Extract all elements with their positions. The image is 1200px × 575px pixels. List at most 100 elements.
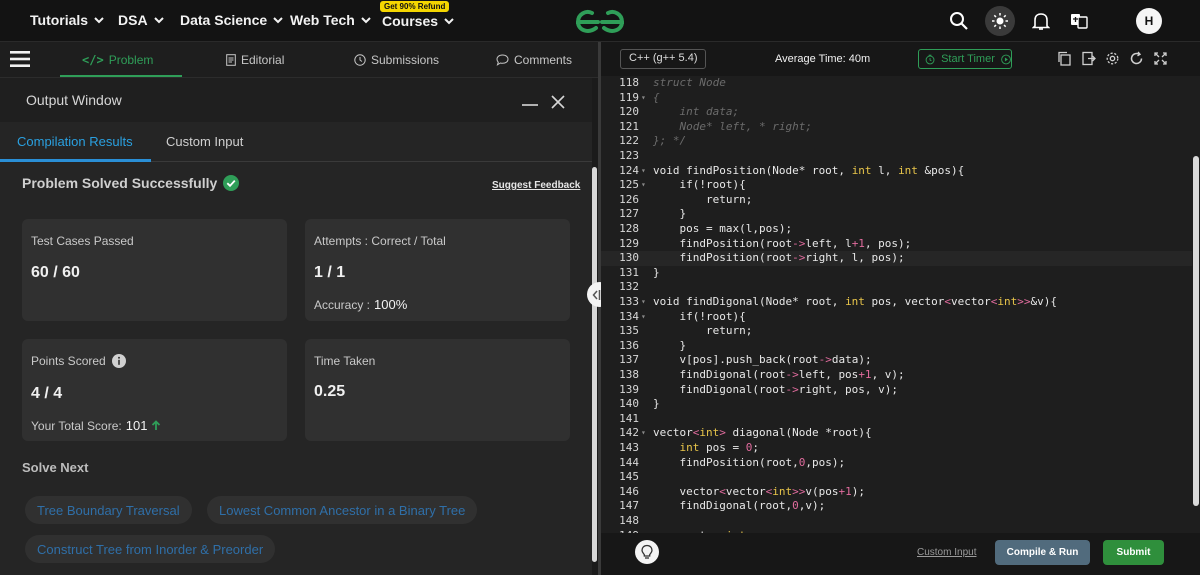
translate-icon[interactable]	[1068, 10, 1090, 32]
code-line[interactable]: 147 findDigonal(root,0,v);	[601, 499, 1192, 514]
line-number: 118	[619, 76, 639, 89]
code-line[interactable]: 133 ▾ void findDigonal(Node* root, int pos…	[601, 295, 1192, 310]
tab-editorial[interactable]: Editorial	[226, 53, 284, 67]
nav-web-tech[interactable]: Web Tech	[290, 12, 372, 28]
code-text: findDigonal(root->right, pos, v);	[653, 382, 899, 396]
time-label: Time Taken	[314, 354, 375, 368]
nav-tutorials[interactable]: Tutorials	[30, 12, 105, 28]
suggest-feedback-link[interactable]: Suggest Feedback	[492, 180, 580, 191]
result-tabs: Compilation Results Custom Input	[0, 122, 592, 162]
code-line[interactable]: 128 pos = max(l,pos);	[601, 222, 1192, 237]
fullscreen-icon[interactable]	[1153, 51, 1168, 66]
time-value: 0.25	[314, 383, 346, 400]
line-number: 128	[619, 222, 639, 235]
bell-icon[interactable]	[1030, 10, 1052, 32]
code-line[interactable]: 126 return;	[601, 193, 1192, 208]
gfg-logo[interactable]	[572, 6, 628, 36]
document-icon	[226, 54, 236, 66]
fold-arrow-icon[interactable]: ▾	[641, 93, 646, 102]
info-icon[interactable]	[111, 354, 126, 368]
code-line[interactable]: 137 v[pos].push_back(root->data);	[601, 353, 1192, 368]
fold-arrow-icon[interactable]: ▾	[641, 297, 646, 306]
test-cases-value: 60 / 60	[31, 264, 80, 281]
custom-input-link[interactable]: Custom Input	[917, 547, 976, 558]
points-label-text: Points Scored	[31, 354, 106, 368]
points-card: Points Scored 4 / 4 Your Total Score: 10…	[22, 339, 287, 441]
hamburger-menu-icon[interactable]	[10, 51, 30, 67]
code-line[interactable]: 136 }	[601, 339, 1192, 354]
tab-custom-input[interactable]: Custom Input	[166, 134, 243, 149]
code-line[interactable]: 135 return;	[601, 324, 1192, 339]
code-text: Node* left, * right;	[653, 119, 812, 133]
line-number: 136	[619, 338, 639, 352]
code-line[interactable]: 123	[601, 149, 1192, 164]
status-text: Problem Solved Successfully	[22, 175, 218, 191]
attempts-label-text: Attempts : Correct / Total	[314, 234, 446, 248]
code-line[interactable]: 142 ▾ vector<int> diagonal(Node *root){	[601, 426, 1192, 441]
tab-compilation-results[interactable]: Compilation Results	[17, 134, 133, 149]
code-line[interactable]: 139 findDigonal(root->right, pos, v);	[601, 383, 1192, 398]
code-line[interactable]: 124 ▾ void findPosition(Node* root, int l,…	[601, 164, 1192, 179]
code-line[interactable]: 143 int pos = 0;	[601, 441, 1192, 456]
suggestion-chip[interactable]: Tree Boundary Traversal	[25, 496, 192, 524]
suggestion-chip[interactable]: Construct Tree from Inorder & Preorder	[25, 535, 276, 563]
editor-scrollbar-thumb[interactable]	[1193, 156, 1199, 506]
fold-arrow-icon[interactable]: ▾	[641, 312, 646, 321]
minimize-icon[interactable]	[522, 92, 538, 106]
lightbulb-icon[interactable]	[635, 540, 659, 564]
code-line[interactable]: 141	[601, 412, 1192, 427]
chevron-down-icon	[273, 17, 283, 24]
code-text: }	[653, 207, 687, 221]
code-line[interactable]: 125 ▾ if(!root){	[601, 178, 1192, 193]
fold-arrow-icon[interactable]: ▾	[641, 428, 646, 437]
code-line[interactable]: 122}; */	[601, 134, 1192, 149]
code-line[interactable]: 140}	[601, 397, 1192, 412]
start-timer-button[interactable]: Start Timer	[918, 49, 1012, 69]
fold-arrow-icon[interactable]: ▾	[641, 166, 646, 175]
close-icon[interactable]	[551, 95, 565, 109]
test-cases-card: Test Cases Passed 60 / 60	[22, 219, 287, 321]
line-number: 142	[619, 426, 639, 440]
search-icon[interactable]	[948, 10, 970, 32]
fold-arrow-icon[interactable]: ▾	[641, 180, 646, 189]
code-line[interactable]: 129 findPosition(root->left, l+1, pos);	[601, 237, 1192, 252]
time-label-text: Time Taken	[314, 354, 376, 368]
test-cases-label: Test Cases Passed	[31, 234, 134, 248]
tab-comments[interactable]: Comments	[496, 53, 572, 67]
code-line[interactable]: 134 ▾ if(!root){	[601, 310, 1192, 325]
code-line[interactable]: 131}	[601, 266, 1192, 281]
compile-run-button[interactable]: Compile & Run	[995, 540, 1090, 565]
submit-button[interactable]: Submit	[1103, 540, 1164, 565]
code-line[interactable]: 130 findPosition(root->right, l, pos);	[601, 251, 1192, 266]
code-line[interactable]: 118 struct Node	[601, 76, 1192, 91]
settings-icon[interactable]	[1105, 51, 1120, 66]
code-line[interactable]: 121 Node* left, * right;	[601, 120, 1192, 135]
code-text: void findPosition(Node* root, int l, int…	[653, 163, 965, 177]
tab-submissions[interactable]: Submissions	[354, 53, 439, 67]
line-number: 132	[619, 280, 639, 294]
code-line[interactable]: 119 ▾ {	[601, 91, 1192, 106]
nav-data-science[interactable]: Data Science	[180, 12, 284, 28]
copy-icon[interactable]	[1057, 51, 1072, 66]
theme-toggle-button[interactable]	[985, 6, 1015, 36]
avatar[interactable]: H	[1136, 8, 1162, 34]
nav-dsa[interactable]: DSA	[118, 12, 165, 28]
code-line[interactable]: 146 vector<vector<int>>v(pos+1);	[601, 485, 1192, 500]
suggestion-chip[interactable]: Lowest Common Ancestor in a Binary Tree	[207, 496, 478, 524]
code-line[interactable]: 144 findPosition(root,0,pos);	[601, 456, 1192, 471]
code-line[interactable]: 148	[601, 514, 1192, 529]
upload-file-icon[interactable]	[1081, 51, 1096, 66]
line-number: 129	[619, 236, 639, 250]
code-line[interactable]: 145	[601, 470, 1192, 485]
code-line[interactable]: 132	[601, 280, 1192, 295]
code-line[interactable]: 138 findDigonal(root->left, pos+1, v);	[601, 368, 1192, 383]
refresh-icon[interactable]	[1129, 51, 1144, 66]
code-icon: </>	[82, 53, 104, 67]
nav-courses[interactable]: Courses	[382, 13, 455, 29]
language-select[interactable]: C++ (g++ 5.4)	[620, 49, 706, 69]
code-line[interactable]: 127 }	[601, 207, 1192, 222]
code-editor[interactable]: 118 struct Node 119 ▾{120 int data; 121 Node…	[601, 76, 1192, 533]
code-line[interactable]: 120 int data;	[601, 105, 1192, 120]
left-scrollbar-thumb[interactable]	[592, 167, 597, 562]
tab-problem[interactable]: </> Problem	[82, 53, 153, 67]
